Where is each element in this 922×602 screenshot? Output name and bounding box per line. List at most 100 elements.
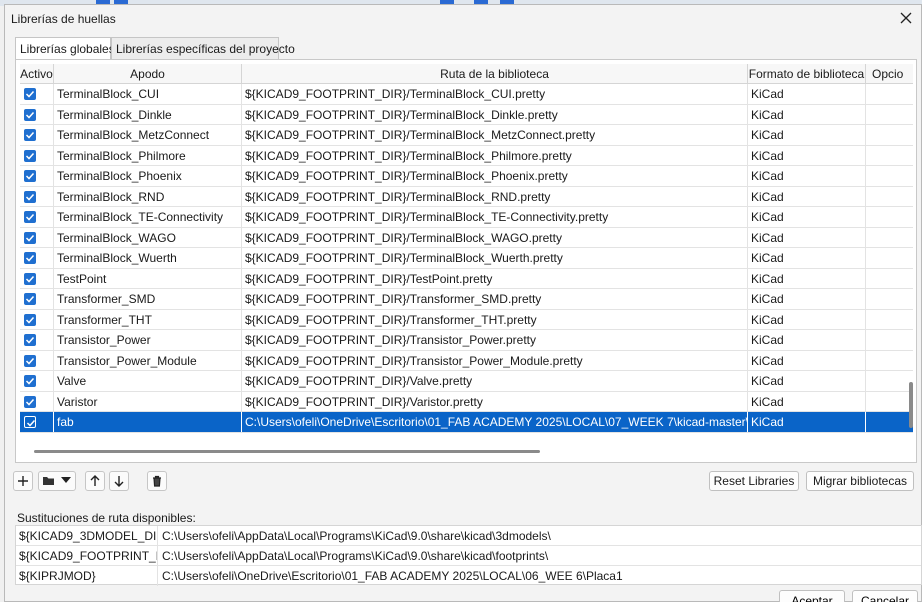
active-cell[interactable] bbox=[20, 309, 54, 330]
reset-libraries-button[interactable]: Reset Libraries bbox=[709, 471, 799, 491]
table-row[interactable]: TerminalBlock_MetzConnect ${KICAD9_FOOTPR… bbox=[20, 125, 913, 146]
active-cell[interactable] bbox=[20, 289, 54, 309]
header-nickname[interactable]: Apodo bbox=[54, 64, 242, 84]
path-cell[interactable]: ${KICAD9_FOOTPRINT_DIR}/TestPoint.pretty bbox=[242, 268, 748, 289]
format-cell[interactable]: KiCad bbox=[748, 412, 866, 432]
path-cell[interactable]: ${KICAD9_FOOTPRINT_DIR}/TerminalBlock_RN… bbox=[242, 186, 748, 207]
header-active[interactable]: Activo bbox=[20, 64, 54, 84]
table-row[interactable]: TerminalBlock_Phoenix ${KICAD9_FOOTPRINT_… bbox=[20, 166, 913, 187]
format-cell[interactable]: KiCad bbox=[748, 227, 866, 248]
format-cell[interactable]: KiCad bbox=[748, 166, 866, 186]
format-cell[interactable]: KiCad bbox=[748, 207, 866, 227]
format-cell[interactable]: KiCad bbox=[748, 391, 866, 412]
format-cell[interactable]: KiCad bbox=[748, 145, 866, 166]
migrate-libraries-button[interactable]: Migrar bibliotecas bbox=[806, 471, 914, 491]
table-row[interactable]: TestPoint ${KICAD9_FOOTPRINT_DIR}/TestPoi… bbox=[20, 268, 913, 289]
options-cell[interactable] bbox=[866, 84, 913, 104]
active-checkbox[interactable] bbox=[24, 395, 36, 408]
active-cell[interactable] bbox=[20, 268, 54, 289]
nickname-cell[interactable]: Valve bbox=[54, 371, 242, 391]
active-checkbox[interactable] bbox=[24, 108, 36, 121]
table-row[interactable]: TerminalBlock_Dinkle ${KICAD9_FOOTPRINT_D… bbox=[20, 104, 913, 125]
active-cell[interactable] bbox=[20, 371, 54, 391]
active-cell[interactable] bbox=[20, 412, 54, 432]
active-cell[interactable] bbox=[20, 248, 54, 268]
format-cell[interactable]: KiCad bbox=[748, 104, 866, 125]
active-cell[interactable] bbox=[20, 391, 54, 412]
options-cell[interactable] bbox=[866, 146, 913, 166]
path-cell[interactable]: ${KICAD9_FOOTPRINT_DIR}/Varistor.pretty bbox=[242, 391, 748, 412]
active-checkbox[interactable] bbox=[24, 129, 36, 141]
active-checkbox[interactable] bbox=[24, 416, 36, 428]
path-cell[interactable]: ${KICAD9_FOOTPRINT_DIR}/TerminalBlock_TE… bbox=[242, 207, 748, 227]
active-cell[interactable] bbox=[20, 125, 54, 145]
options-cell[interactable] bbox=[866, 371, 913, 391]
nickname-cell[interactable]: TerminalBlock_Dinkle bbox=[54, 104, 242, 125]
add-from-folder-button[interactable] bbox=[38, 471, 76, 491]
ok-button[interactable]: Aceptar bbox=[779, 590, 845, 602]
table-row[interactable]: TerminalBlock_CUI ${KICAD9_FOOTPRINT_DIR}… bbox=[20, 84, 913, 105]
path-cell[interactable]: ${KICAD9_FOOTPRINT_DIR}/Transformer_THT.… bbox=[242, 309, 748, 330]
active-cell[interactable] bbox=[20, 207, 54, 227]
nickname-cell[interactable]: TestPoint bbox=[54, 268, 242, 289]
path-cell[interactable]: ${KICAD9_FOOTPRINT_DIR}/Transformer_SMD.… bbox=[242, 289, 748, 309]
format-cell[interactable]: KiCad bbox=[748, 350, 866, 371]
tab-global-libraries[interactable]: Librerías globales bbox=[15, 37, 115, 60]
active-checkbox[interactable] bbox=[24, 313, 36, 326]
table-row[interactable]: fab C:\Users\ofeli\OneDrive\Escritorio\01… bbox=[20, 412, 913, 433]
format-cell[interactable]: KiCad bbox=[748, 330, 866, 350]
active-checkbox[interactable] bbox=[24, 375, 36, 387]
path-cell[interactable]: ${KICAD9_FOOTPRINT_DIR}/TerminalBlock_WA… bbox=[242, 227, 748, 248]
nickname-cell[interactable]: TerminalBlock_WAGO bbox=[54, 227, 242, 248]
options-cell[interactable] bbox=[866, 412, 913, 432]
options-cell[interactable] bbox=[866, 207, 913, 227]
nickname-cell[interactable]: Varistor bbox=[54, 391, 242, 412]
options-cell[interactable] bbox=[866, 310, 913, 330]
nickname-cell[interactable]: Transformer_THT bbox=[54, 309, 242, 330]
close-button[interactable] bbox=[895, 8, 917, 30]
path-cell[interactable]: ${KICAD9_FOOTPRINT_DIR}/TerminalBlock_Wu… bbox=[242, 248, 748, 268]
options-cell[interactable] bbox=[866, 105, 913, 125]
nickname-cell[interactable]: TerminalBlock_Phoenix bbox=[54, 166, 242, 186]
path-cell[interactable]: ${KICAD9_FOOTPRINT_DIR}/TerminalBlock_Ph… bbox=[242, 166, 748, 186]
active-cell[interactable] bbox=[20, 145, 54, 166]
path-cell[interactable]: ${KICAD9_FOOTPRINT_DIR}/TerminalBlock_Ph… bbox=[242, 145, 748, 166]
path-cell[interactable]: C:\Users\ofeli\OneDrive\Escritorio\01_FA… bbox=[242, 412, 748, 432]
format-cell[interactable]: KiCad bbox=[748, 186, 866, 207]
path-cell[interactable]: ${KICAD9_FOOTPRINT_DIR}/Transistor_Power… bbox=[242, 330, 748, 350]
move-up-button[interactable] bbox=[85, 471, 105, 491]
active-checkbox[interactable] bbox=[24, 149, 36, 162]
options-cell[interactable] bbox=[866, 166, 913, 186]
path-cell[interactable]: ${KICAD9_FOOTPRINT_DIR}/Transistor_Power… bbox=[242, 350, 748, 371]
options-cell[interactable] bbox=[866, 289, 913, 309]
format-cell[interactable]: KiCad bbox=[748, 268, 866, 289]
active-cell[interactable] bbox=[20, 166, 54, 186]
options-cell[interactable] bbox=[866, 330, 913, 350]
library-table[interactable]: Activo Apodo Ruta de la biblioteca Forma… bbox=[20, 64, 913, 436]
options-cell[interactable] bbox=[866, 248, 913, 268]
options-cell[interactable] bbox=[866, 269, 913, 289]
options-cell[interactable] bbox=[866, 228, 913, 248]
table-row[interactable]: Transistor_Power_Module ${KICAD9_FOOTPRIN… bbox=[20, 350, 913, 371]
table-row[interactable]: TerminalBlock_Wuerth ${KICAD9_FOOTPRINT_D… bbox=[20, 248, 913, 269]
header-path[interactable]: Ruta de la biblioteca bbox=[242, 64, 748, 84]
format-cell[interactable]: KiCad bbox=[748, 289, 866, 309]
active-cell[interactable] bbox=[20, 330, 54, 350]
nickname-cell[interactable]: TerminalBlock_TE-Connectivity bbox=[54, 207, 242, 227]
active-cell[interactable] bbox=[20, 350, 54, 371]
header-options[interactable]: Opcio bbox=[866, 64, 913, 84]
table-row[interactable]: TerminalBlock_Philmore ${KICAD9_FOOTPRINT… bbox=[20, 145, 913, 166]
nickname-cell[interactable]: TerminalBlock_RND bbox=[54, 186, 242, 207]
table-row[interactable]: TerminalBlock_RND ${KICAD9_FOOTPRINT_DIR}… bbox=[20, 186, 913, 207]
format-cell[interactable]: KiCad bbox=[748, 371, 866, 391]
format-cell[interactable]: KiCad bbox=[748, 84, 866, 104]
path-cell[interactable]: ${KICAD9_FOOTPRINT_DIR}/TerminalBlock_Me… bbox=[242, 125, 748, 145]
table-row[interactable]: Varistor ${KICAD9_FOOTPRINT_DIR}/Varistor… bbox=[20, 391, 913, 412]
delete-library-button[interactable] bbox=[147, 471, 167, 491]
active-checkbox[interactable] bbox=[24, 190, 36, 203]
options-cell[interactable] bbox=[866, 125, 913, 145]
options-cell[interactable] bbox=[866, 187, 913, 207]
add-library-button[interactable] bbox=[13, 471, 33, 491]
active-cell[interactable] bbox=[20, 227, 54, 248]
nickname-cell[interactable]: fab bbox=[54, 412, 242, 432]
